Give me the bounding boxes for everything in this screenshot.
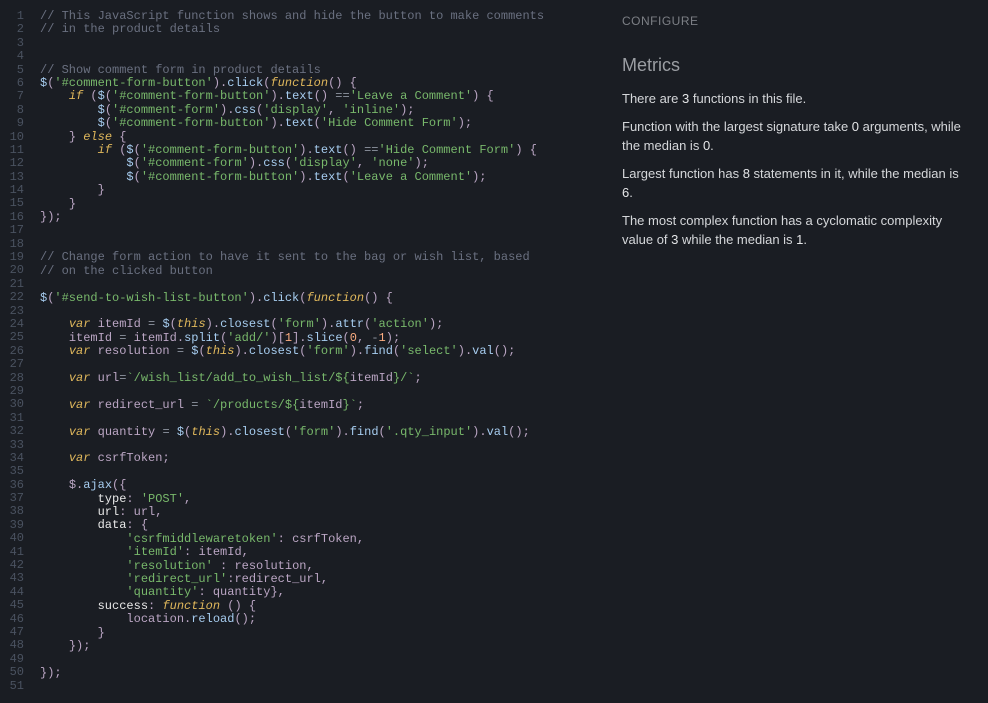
line-number: 51 [0, 680, 24, 693]
line-number: 34 [0, 452, 24, 465]
line-number: 44 [0, 586, 24, 599]
line-number: 10 [0, 131, 24, 144]
line-number: 5 [0, 64, 24, 77]
line-number: 46 [0, 613, 24, 626]
line-number: 47 [0, 626, 24, 639]
line-number: 9 [0, 117, 24, 130]
line-number: 17 [0, 224, 24, 237]
line-number: 33 [0, 439, 24, 452]
line-number: 35 [0, 465, 24, 478]
line-number: 36 [0, 479, 24, 492]
line-number: 23 [0, 305, 24, 318]
line-number: 3 [0, 37, 24, 50]
line-number: 22 [0, 291, 24, 304]
line-number: 6 [0, 77, 24, 90]
line-number: 50 [0, 666, 24, 679]
line-number: 18 [0, 238, 24, 251]
line-number: 27 [0, 358, 24, 371]
line-number: 12 [0, 157, 24, 170]
line-number: 31 [0, 412, 24, 425]
line-number: 21 [0, 278, 24, 291]
line-number: 41 [0, 546, 24, 559]
line-number: 20 [0, 264, 24, 277]
code-content[interactable]: // This JavaScript function shows and hi… [30, 0, 604, 703]
line-number: 14 [0, 184, 24, 197]
line-number: 7 [0, 90, 24, 103]
line-number: 45 [0, 599, 24, 612]
metrics-line-statements: Largest function has 8 statements in it,… [622, 164, 970, 203]
line-number: 43 [0, 572, 24, 585]
line-number: 29 [0, 385, 24, 398]
line-number: 37 [0, 492, 24, 505]
metrics-line-complexity: The most complex function has a cyclomat… [622, 211, 970, 250]
line-number: 13 [0, 171, 24, 184]
configure-link[interactable]: CONFIGURE [622, 12, 970, 30]
line-number: 39 [0, 519, 24, 532]
line-number: 32 [0, 425, 24, 438]
metrics-line-functions: There are 3 functions in this file. [622, 89, 970, 109]
line-number: 49 [0, 653, 24, 666]
line-number: 26 [0, 345, 24, 358]
metrics-line-signature: Function with the largest signature take… [622, 117, 970, 156]
line-number: 8 [0, 104, 24, 117]
metrics-sidebar: CONFIGURE Metrics There are 3 functions … [604, 0, 988, 703]
line-number: 4 [0, 50, 24, 63]
line-number: 1 [0, 10, 24, 23]
line-number: 2 [0, 23, 24, 36]
line-number: 30 [0, 398, 24, 411]
line-number: 11 [0, 144, 24, 157]
line-number: 15 [0, 197, 24, 210]
line-number-gutter: 1234567891011121314151617181920212223242… [0, 0, 30, 703]
line-number: 40 [0, 532, 24, 545]
code-editor-pane: 1234567891011121314151617181920212223242… [0, 0, 604, 703]
line-number: 24 [0, 318, 24, 331]
line-number: 16 [0, 211, 24, 224]
line-number: 19 [0, 251, 24, 264]
line-number: 42 [0, 559, 24, 572]
line-number: 38 [0, 505, 24, 518]
line-number: 48 [0, 639, 24, 652]
metrics-heading: Metrics [622, 52, 970, 79]
line-number: 28 [0, 372, 24, 385]
line-number: 25 [0, 331, 24, 344]
